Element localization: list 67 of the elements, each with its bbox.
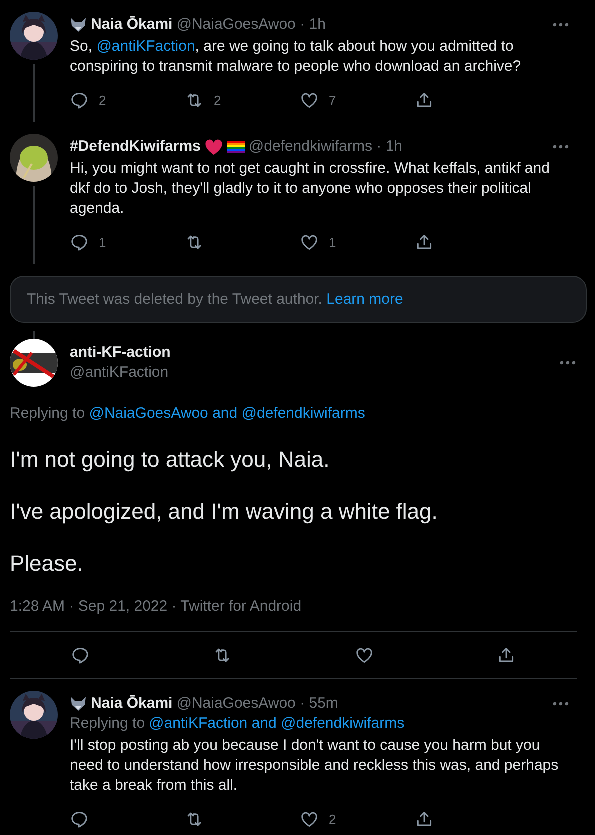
reply-button[interactable] [70,91,89,110]
share-icon [415,810,434,829]
reply-button[interactable] [70,233,89,252]
share-button[interactable] [415,810,434,829]
heart-icon [300,233,319,252]
more-icon[interactable] [559,360,577,366]
handle-time: @defendkiwifarms · 1h [248,137,403,157]
tweet-text: Please. [10,550,84,578]
heart-icon [204,138,223,156]
retweet-icon [185,810,204,829]
like-button[interactable] [300,810,319,829]
share-button[interactable] [415,91,434,110]
action-count: 2 [329,812,336,827]
action-count: 1 [99,235,106,250]
tweet-meta: 1:28 AM · Sep 21, 2022 · Twitter for Android [10,598,303,615]
display-name[interactable]: Naia Ōkami [91,15,173,35]
more-icon[interactable] [552,22,570,28]
action-count: 7 [329,93,336,108]
heart-icon [300,810,319,829]
share-icon [415,233,434,252]
reply-button[interactable] [70,810,89,829]
share-icon [496,646,516,664]
action-count: 1 [329,235,336,250]
heart-icon [354,646,374,664]
mention-link[interactable]: @antiKFaction [96,38,196,55]
share-button[interactable] [496,646,516,664]
share-button[interactable] [415,233,434,252]
tweet-text: So, @antiKFaction, are we going to talk about how you admitted to conspiring to transmit malware to people who download an archive? [70,37,522,77]
replying-label: Replying to [70,714,146,734]
replying-link[interactable]: @antiKFaction and @defendkiwifarms [149,714,405,734]
wolf-icon [70,696,87,712]
handle-time: @NaiaGoesAwoo · 1h [176,15,326,35]
retweet-button[interactable] [185,233,204,252]
like-button[interactable] [300,91,319,110]
more-icon[interactable] [552,144,570,150]
reply-button[interactable] [71,646,90,664]
handle: @antiKFaction [70,363,170,383]
display-name[interactable]: Naia Ōkami [91,694,173,714]
learn-more-link[interactable]: Learn more [326,291,404,308]
display-name[interactable]: anti-KF-action [70,343,547,363]
retweet-icon [185,233,204,252]
more-icon[interactable] [552,701,570,707]
wolf-icon [70,17,87,33]
tweet-text: I'm not going to attack you, Naia. [10,446,331,474]
handle-time: @NaiaGoesAwoo · 55m [176,694,338,714]
rainbow-flag-icon [226,140,245,154]
share-icon [415,91,434,110]
action-count: 2 [99,93,106,108]
thread-line [33,64,35,122]
replying-link[interactable]: @NaiaGoesAwoo and @defendkiwifarms [89,405,366,422]
reply-icon [70,91,89,110]
reply-icon [70,233,89,252]
deleted-text: This Tweet was deleted by the Tweet author. [27,291,322,308]
like-button[interactable] [300,233,319,252]
tweet-text: I've apologized, and I'm waving a white flag. [10,498,439,526]
replying-label: Replying to [10,405,86,422]
retweet-icon [185,91,204,110]
heart-icon [300,91,319,110]
tweet-text: I'll stop posting ab you because I don't want to cause you harm but you need to understand how irresponsible and reckless this was, and perhaps take a break from this all. [70,736,560,796]
retweet-button[interactable] [185,91,204,110]
reply-icon [70,810,89,829]
action-count: 2 [214,93,222,108]
retweet-button[interactable] [185,810,204,829]
reply-icon [71,646,90,664]
display-name[interactable]: #DefendKiwifarms [70,137,201,157]
like-button[interactable] [354,646,374,664]
tweet-text: Hi, you might want to not get caught in crossfire. What keffals, antikf and dkf do to Josh, they'll gladly to it to anyone who opposes their political agenda. [70,159,551,219]
